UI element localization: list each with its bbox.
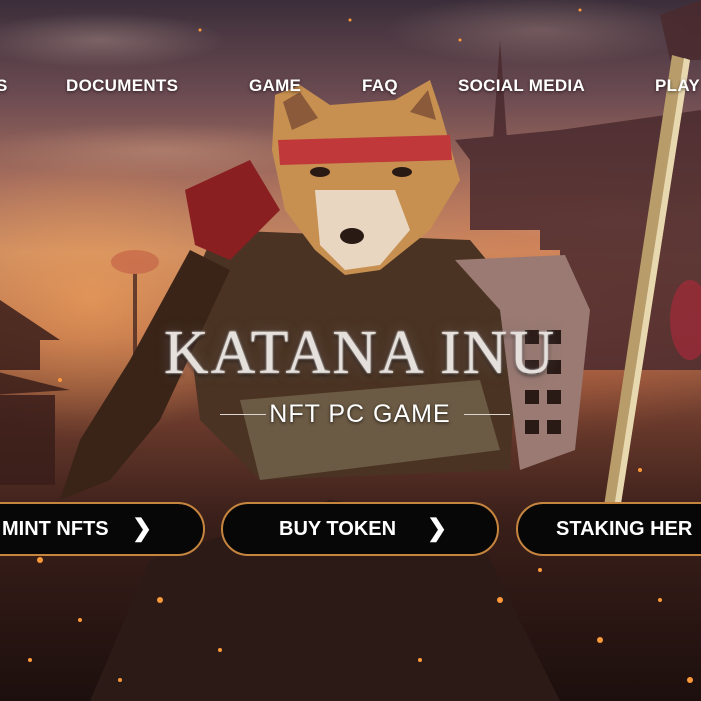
staking-here-button[interactable]: STAKING HER	[516, 502, 701, 556]
chevron-right-icon: ❯	[427, 515, 448, 542]
hero-subtitle-group: NFT PC GAME	[210, 400, 510, 430]
nav-item-partial[interactable]: S	[0, 76, 8, 96]
nav-item-game[interactable]: GAME	[249, 76, 301, 96]
mint-nfts-button[interactable]: MINT NFTS ❯	[0, 502, 205, 556]
buy-token-button[interactable]: BUY TOKEN ❯	[221, 502, 499, 556]
nav-item-play[interactable]: PLAY	[655, 76, 700, 96]
hero-title: KATANA INU	[163, 319, 557, 387]
top-navigation: S DOCUMENTS GAME FAQ SOCIAL MEDIA PLAY	[0, 76, 701, 100]
nav-item-social-media[interactable]: SOCIAL MEDIA	[458, 76, 585, 96]
chevron-right-icon: ❯	[132, 515, 153, 542]
left-pagoda	[0, 300, 70, 485]
buy-token-label: BUY TOKEN	[279, 518, 397, 540]
nav-item-faq[interactable]: FAQ	[362, 76, 398, 96]
subtitle-divider-right	[464, 414, 510, 415]
nav-item-documents[interactable]: DOCUMENTS	[66, 76, 178, 96]
mint-nfts-label: MINT NFTS	[2, 518, 109, 540]
staking-here-label: STAKING HER	[556, 518, 693, 540]
